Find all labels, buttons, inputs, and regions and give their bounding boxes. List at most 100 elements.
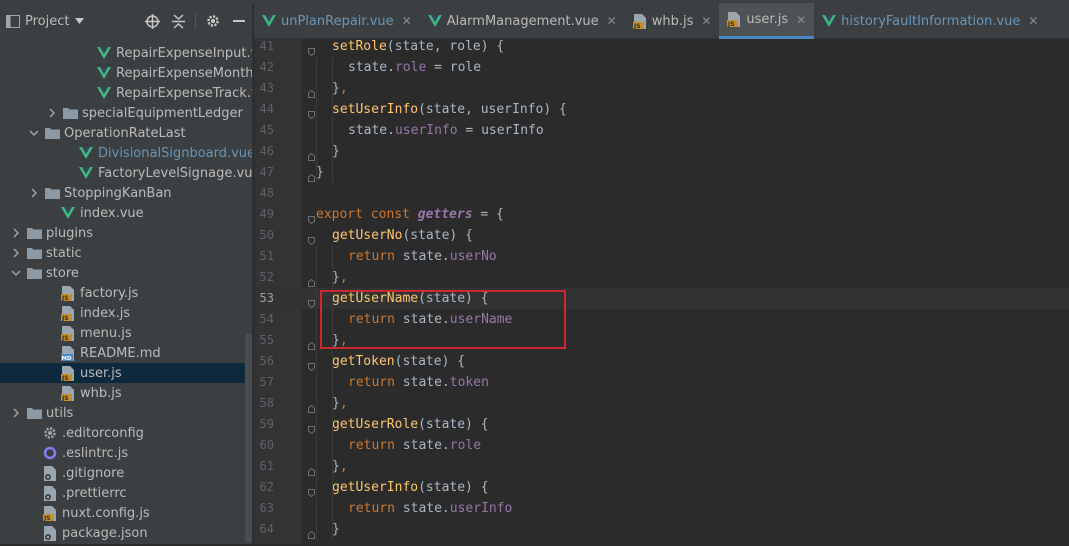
- code-line[interactable]: 62 getUserInfo(state) {: [254, 477, 1069, 498]
- fold-marker-icon[interactable]: [308, 483, 315, 498]
- code-line[interactable]: 48: [254, 183, 1069, 204]
- project-title[interactable]: Project: [25, 14, 69, 29]
- tree-item[interactable]: DivisionalSignboard.vue: [0, 143, 252, 163]
- fold-marker-icon[interactable]: [308, 357, 315, 372]
- editor-tab[interactable]: JS whb.js ✕: [625, 3, 720, 39]
- code-line[interactable]: 60 return state.role: [254, 435, 1069, 456]
- editor-tab-label: AlarmManagement.vue: [446, 13, 599, 29]
- line-number: 43: [259, 81, 274, 95]
- editor-tab[interactable]: historyFaultInformation.vue ✕: [814, 3, 1046, 39]
- chevron-right-icon[interactable]: [28, 187, 40, 199]
- code-line[interactable]: 43},: [254, 78, 1069, 99]
- tree-item-label: index.vue: [80, 205, 144, 221]
- tree-item[interactable]: static: [0, 243, 252, 263]
- editor-tab[interactable]: unPlanRepair.vue ✕: [254, 3, 420, 39]
- code-line[interactable]: 58},: [254, 393, 1069, 414]
- tree-item[interactable]: RepairExpenseInput.vue: [0, 43, 252, 63]
- code-line[interactable]: 49 export const getters = {: [254, 204, 1069, 225]
- code-line[interactable]: 46}: [254, 141, 1069, 162]
- code-text: }: [316, 162, 324, 183]
- fold-marker-icon[interactable]: [308, 42, 315, 57]
- fold-marker-icon[interactable]: [308, 420, 315, 435]
- tree-item[interactable]: JS whb.js: [0, 383, 252, 403]
- fold-marker-icon[interactable]: [308, 294, 315, 309]
- code-line[interactable]: 44 setUserInfo(state, userInfo) {: [254, 99, 1069, 120]
- code-line[interactable]: 57 return state.token: [254, 372, 1069, 393]
- tree-item[interactable]: OperationRateLast: [0, 123, 252, 143]
- toolbar-divider: [195, 13, 196, 29]
- tree-item[interactable]: StoppingKanBan: [0, 183, 252, 203]
- js-file-icon: JS: [60, 305, 76, 321]
- fold-marker-icon[interactable]: [308, 147, 315, 161]
- code-text: return state.userInfo: [348, 498, 512, 519]
- close-icon[interactable]: ✕: [607, 14, 617, 28]
- code-line[interactable]: 59 getUserRole(state) {: [254, 414, 1069, 435]
- fold-marker-icon[interactable]: [308, 105, 315, 120]
- chevron-right-icon[interactable]: [10, 247, 22, 259]
- tree-item[interactable]: JS nuxt.config.js: [0, 503, 252, 523]
- tree-item[interactable]: .eslintrc.js: [0, 443, 252, 463]
- code-text: },: [332, 78, 348, 99]
- editor-tab[interactable]: JS user.js ✕: [719, 3, 815, 39]
- fold-marker-icon[interactable]: [308, 84, 315, 98]
- tree-item[interactable]: index.vue: [0, 203, 252, 223]
- tree-item[interactable]: .editorconfig: [0, 423, 252, 443]
- chevron-right-icon[interactable]: [46, 107, 58, 119]
- code-line[interactable]: 64}: [254, 519, 1069, 540]
- code-line[interactable]: 56 getToken(state) {: [254, 351, 1069, 372]
- code-line[interactable]: 63 return state.userInfo: [254, 498, 1069, 519]
- fold-marker-icon[interactable]: [308, 462, 315, 476]
- close-icon[interactable]: ✕: [796, 13, 806, 27]
- fold-marker-icon[interactable]: [308, 399, 315, 413]
- minimize-icon[interactable]: [226, 8, 252, 34]
- chevron-right-icon[interactable]: [10, 407, 22, 419]
- collapse-all-icon[interactable]: [165, 8, 191, 34]
- tree-item[interactable]: .gitignore: [0, 463, 252, 483]
- code-line[interactable]: 47}: [254, 162, 1069, 183]
- tree-item[interactable]: package.json: [0, 523, 252, 543]
- code-token: ,: [339, 396, 348, 411]
- chevron-down-icon[interactable]: [75, 18, 85, 24]
- code-line[interactable]: 51 return state.userNo: [254, 246, 1069, 267]
- fold-marker-icon[interactable]: [308, 231, 315, 246]
- code-line[interactable]: 50 getUserNo(state) {: [254, 225, 1069, 246]
- tree-item-label: user.js: [80, 365, 122, 381]
- tree-item[interactable]: MD README.md: [0, 343, 252, 363]
- locate-icon[interactable]: [139, 8, 165, 34]
- tree-item[interactable]: JS index.js: [0, 303, 252, 323]
- fold-marker-icon[interactable]: [308, 525, 315, 539]
- tree-item[interactable]: JS factory.js: [0, 283, 252, 303]
- tree-item[interactable]: JS user.js: [0, 363, 252, 383]
- tree-item[interactable]: store: [0, 263, 252, 283]
- chevron-down-icon[interactable]: [10, 267, 22, 279]
- code-token: (state, userInfo) {: [418, 102, 567, 117]
- tree-item[interactable]: JS menu.js: [0, 323, 252, 343]
- project-tree-scrollbar[interactable]: [245, 333, 252, 543]
- fold-marker-icon[interactable]: [308, 168, 315, 182]
- fold-marker-icon[interactable]: [308, 210, 315, 225]
- chevron-down-icon[interactable]: [28, 127, 40, 139]
- code-line[interactable]: 45 state.userInfo = userInfo: [254, 120, 1069, 141]
- tree-item[interactable]: FactoryLevelSignage.vue: [0, 163, 252, 183]
- gear-icon[interactable]: [200, 8, 226, 34]
- code-line[interactable]: 61},: [254, 456, 1069, 477]
- tree-item[interactable]: plugins: [0, 223, 252, 243]
- close-icon[interactable]: ✕: [402, 14, 412, 28]
- close-icon[interactable]: ✕: [1028, 14, 1038, 28]
- tree-item[interactable]: utils: [0, 403, 252, 423]
- code-line[interactable]: 42 state.role = role: [254, 57, 1069, 78]
- vue-icon: [262, 15, 276, 27]
- close-icon[interactable]: ✕: [701, 14, 711, 28]
- code-line[interactable]: 52},: [254, 267, 1069, 288]
- fold-marker-icon[interactable]: [308, 336, 315, 350]
- tree-item[interactable]: RepairExpenseMonth.vue: [0, 63, 252, 83]
- fold-marker-icon[interactable]: [308, 273, 315, 287]
- chevron-right-icon[interactable]: [10, 227, 22, 239]
- tree-item[interactable]: .prettierrc: [0, 483, 252, 503]
- tree-item-label: .editorconfig: [62, 425, 144, 441]
- tree-item[interactable]: RepairExpenseTrack.vue: [0, 83, 252, 103]
- folder-icon: [26, 265, 42, 281]
- code-line[interactable]: 41 setRole(state, role) {: [254, 36, 1069, 57]
- editor-tab[interactable]: AlarmManagement.vue ✕: [420, 3, 625, 39]
- tree-item[interactable]: specialEquipmentLedger: [0, 103, 252, 123]
